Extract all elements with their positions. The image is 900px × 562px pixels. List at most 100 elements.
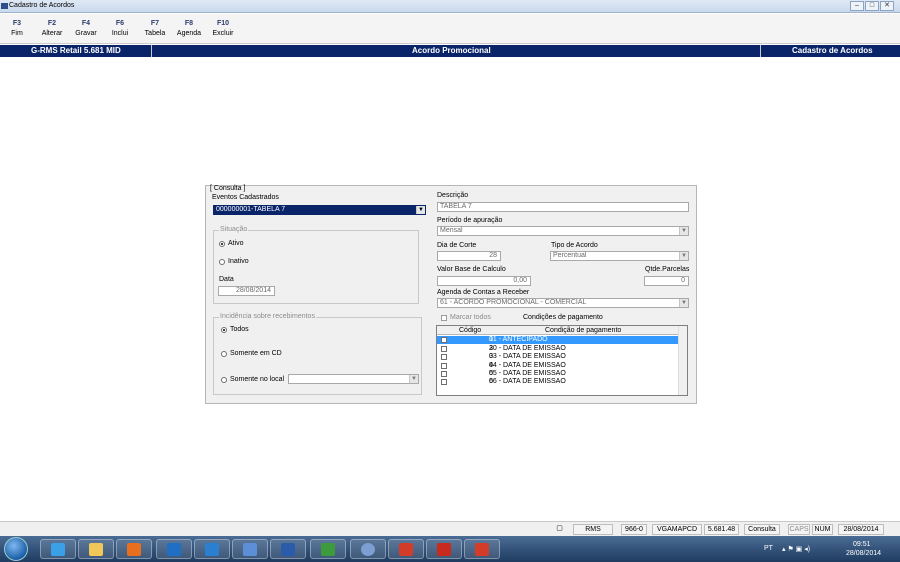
rms2-taskbar-button[interactable] xyxy=(464,539,500,559)
window-controls: – □ ✕ xyxy=(850,1,894,11)
row-codigo: 2 xyxy=(489,345,493,352)
toolbar-gravar-button[interactable]: F4 Gravar xyxy=(70,20,102,37)
toolbar-label: Gravar xyxy=(75,30,97,37)
close-icon[interactable]: ✕ xyxy=(880,1,894,11)
grid-row[interactable]: 3 03 - DATA DE EMISSAO xyxy=(437,353,680,361)
app-icon xyxy=(1,3,8,9)
radio-label: Todos xyxy=(230,326,249,333)
grid-scrollbar[interactable] xyxy=(678,326,687,395)
chevron-down-icon[interactable]: ▼ xyxy=(679,252,688,260)
eventos-value: 000000001-TABELA 7 xyxy=(216,206,286,213)
maximize-icon[interactable]: □ xyxy=(865,1,879,11)
ie-taskbar-button[interactable] xyxy=(40,539,76,559)
radio-somente-local[interactable]: Somente no local xyxy=(221,376,284,383)
status-user: VGAMAPCD xyxy=(652,524,702,535)
descricao-field[interactable]: TABELA 7 xyxy=(437,202,689,212)
outlook-icon xyxy=(167,543,181,556)
row-condicao: 06 - DATA DE EMISSAO xyxy=(489,378,566,385)
radio-inativo[interactable]: Inativo xyxy=(219,258,249,265)
grid-row[interactable]: 5 05 - DATA DE EMISSAO xyxy=(437,370,680,378)
lync-taskbar-button[interactable] xyxy=(194,539,230,559)
dia-corte-field[interactable]: 28 xyxy=(437,251,501,261)
incidencia-caption: Incidência sobre recebimentos xyxy=(219,313,316,320)
marcar-todos-checkbox[interactable]: Marcar todos xyxy=(441,314,491,321)
app2-taskbar-button[interactable] xyxy=(310,539,346,559)
tray-icons[interactable]: ▴ ⚑ ▣ ◂) xyxy=(782,545,810,553)
toolbar-label: Alterar xyxy=(41,30,63,37)
infinity-icon xyxy=(243,543,257,556)
grid-row[interactable]: 6 06 - DATA DE EMISSAO xyxy=(437,378,680,386)
toolbar-label: Agenda xyxy=(176,30,202,37)
internet-explorer-icon xyxy=(51,543,65,556)
grid-row[interactable]: 1 01 - ANTECIPADO xyxy=(437,336,680,344)
valor-base-field[interactable]: 0,00 xyxy=(437,276,531,286)
chevron-down-icon[interactable]: ▼ xyxy=(409,375,418,383)
status-num: NUM xyxy=(812,524,833,535)
toolbar-alterar-button[interactable]: F2 Alterar xyxy=(36,20,68,37)
grid-header: Código Condição de pagamento xyxy=(437,326,680,335)
row-checkbox[interactable] xyxy=(441,379,447,385)
rms-taskbar-button[interactable] xyxy=(388,539,424,559)
toolbar-label: Tabela xyxy=(144,30,166,37)
row-condicao: 03 - DATA DE EMISSAO xyxy=(489,353,566,360)
clock-time[interactable]: 09:51 xyxy=(853,541,871,548)
valor-base-label: Valor Base de Calculo xyxy=(437,266,506,273)
agenda-value: 61 - ACORDO PROMOCIONAL - COMERCIAL xyxy=(440,299,587,306)
status-mode: Consulta xyxy=(744,524,780,535)
toolbar-fim-button[interactable]: F3 Fim xyxy=(1,20,33,37)
app-taskbar-button[interactable] xyxy=(232,539,268,559)
app3-taskbar-button[interactable] xyxy=(350,539,386,559)
toolbar-inclui-button[interactable]: F6 Inclui xyxy=(104,20,136,37)
row-codigo: 6 xyxy=(489,378,493,385)
row-checkbox[interactable] xyxy=(441,363,447,369)
radio-todos[interactable]: Todos xyxy=(221,326,249,333)
row-checkbox[interactable] xyxy=(441,346,447,352)
row-checkbox[interactable] xyxy=(441,354,447,360)
chevron-down-icon[interactable]: ▼ xyxy=(416,206,425,214)
chevron-down-icon[interactable]: ▼ xyxy=(679,227,688,235)
radio-dot-icon xyxy=(219,240,225,247)
row-condicao: 01 - ANTECIPADO xyxy=(489,336,548,343)
tipo-acordo-select[interactable]: Percentual ▼ xyxy=(550,251,689,261)
radio-ativo[interactable]: Ativo xyxy=(219,240,244,247)
grid-row[interactable]: 4 04 - DATA DE EMISSAO xyxy=(437,362,680,370)
agenda-select[interactable]: 61 - ACORDO PROMOCIONAL - COMERCIAL ▼ xyxy=(437,298,689,308)
grid-row[interactable]: 2 30 - DATA DE EMISSAO xyxy=(437,345,680,353)
media-taskbar-button[interactable] xyxy=(116,539,152,559)
pdf-icon xyxy=(437,543,451,556)
eventos-label: Eventos Cadastrados xyxy=(212,194,279,201)
rms-icon xyxy=(475,543,489,556)
eventos-select[interactable]: 000000001-TABELA 7 ▼ xyxy=(213,205,426,215)
radio-somente-cd[interactable]: Somente em CD xyxy=(221,350,282,357)
qtde-parcelas-field[interactable]: 0 xyxy=(644,276,689,286)
radio-label: Somente em CD xyxy=(230,350,282,357)
status-app: RMS xyxy=(573,524,613,535)
toolbar-tabela-button[interactable]: F7 Tabela xyxy=(139,20,171,37)
outlook-taskbar-button[interactable] xyxy=(156,539,192,559)
tipo-acordo-value: Percentual xyxy=(553,252,587,259)
toolbar-agenda-button[interactable]: F8 Agenda xyxy=(173,20,205,37)
windows-start-icon[interactable] xyxy=(4,537,28,561)
row-checkbox[interactable] xyxy=(441,337,447,343)
radio-label: Somente no local xyxy=(230,376,285,383)
data-field[interactable]: 28/08/2014 xyxy=(218,286,275,296)
minimize-icon[interactable]: – xyxy=(850,1,864,11)
descricao-label: Descrição xyxy=(437,192,469,199)
function-key-toolbar: F3 Fim F2 Alterar F4 Gravar F6 Inclui F7 Tabe… xyxy=(0,14,900,44)
periodo-select[interactable]: Mensal ▼ xyxy=(437,226,689,236)
lync-icon xyxy=(205,543,219,556)
local-select[interactable]: ▼ xyxy=(288,374,419,384)
row-checkbox[interactable] xyxy=(441,371,447,377)
rms-icon xyxy=(399,543,413,556)
fkey-label: F2 xyxy=(47,20,57,27)
clock-date[interactable]: 28/08/2014 xyxy=(846,550,881,557)
chevron-down-icon[interactable]: ▼ xyxy=(679,299,688,307)
word-taskbar-button[interactable] xyxy=(270,539,306,559)
explorer-taskbar-button[interactable] xyxy=(78,539,114,559)
row-condicao: 05 - DATA DE EMISSAO xyxy=(489,370,566,377)
pdf-taskbar-button[interactable] xyxy=(426,539,462,559)
toolbar-excluir-button[interactable]: F10 Excluir xyxy=(207,20,239,37)
row-codigo: 3 xyxy=(489,353,493,360)
language-indicator[interactable]: PT xyxy=(764,545,773,552)
radio-dot-icon xyxy=(221,350,227,357)
